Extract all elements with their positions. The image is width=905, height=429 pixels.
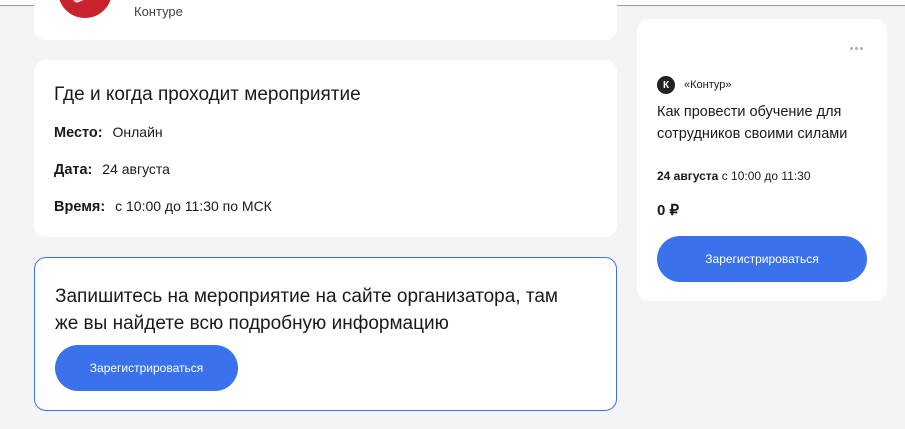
side-event-title[interactable]: Как провести обучение для сотрудников св… (657, 101, 872, 145)
side-event-price: 0 ₽ (657, 202, 680, 219)
brand-name: «Контур» (684, 79, 732, 91)
organizer-name[interactable]: Контуре (134, 4, 183, 19)
register-button[interactable]: Зарегистрироваться (55, 345, 238, 391)
kontur-logo-icon: К (657, 76, 675, 94)
event-time-row: Время: с 10:00 до 11:30 по МСК (54, 198, 272, 215)
more-dots-icon[interactable] (850, 47, 863, 50)
register-description: Запишитесь на мероприятие на сайте орган… (55, 286, 558, 334)
event-date-row: Дата: 24 августа (54, 161, 170, 178)
time-label: Время: (54, 199, 106, 215)
place-value: Онлайн (112, 124, 163, 140)
date-value: 24 августа (102, 161, 170, 177)
side-date-day: 24 августа (657, 169, 719, 183)
event-side-card: К «Контур» Как провести обучение для сот… (637, 19, 887, 301)
event-info-title: Где и когда проходит мероприятие (54, 84, 361, 105)
time-value: с 10:00 до 11:30 по МСК (115, 198, 272, 214)
event-info-card: Где и когда проходит мероприятие Место: … (34, 60, 617, 237)
place-label: Место: (54, 125, 103, 141)
organizer-card: Контуре (34, 0, 617, 40)
register-card: Запишитесь на мероприятие на сайте орган… (34, 257, 617, 411)
brand-row[interactable]: К «Контур» (657, 76, 732, 94)
side-event-date: 24 августа с 10:00 до 11:30 (657, 169, 811, 183)
side-date-time: с 10:00 до 11:30 (721, 169, 811, 183)
event-place-row: Место: Онлайн (54, 124, 163, 141)
organizer-avatar (58, 0, 112, 18)
side-register-button[interactable]: Зарегистрироваться (657, 236, 867, 282)
date-label: Дата: (54, 162, 93, 178)
